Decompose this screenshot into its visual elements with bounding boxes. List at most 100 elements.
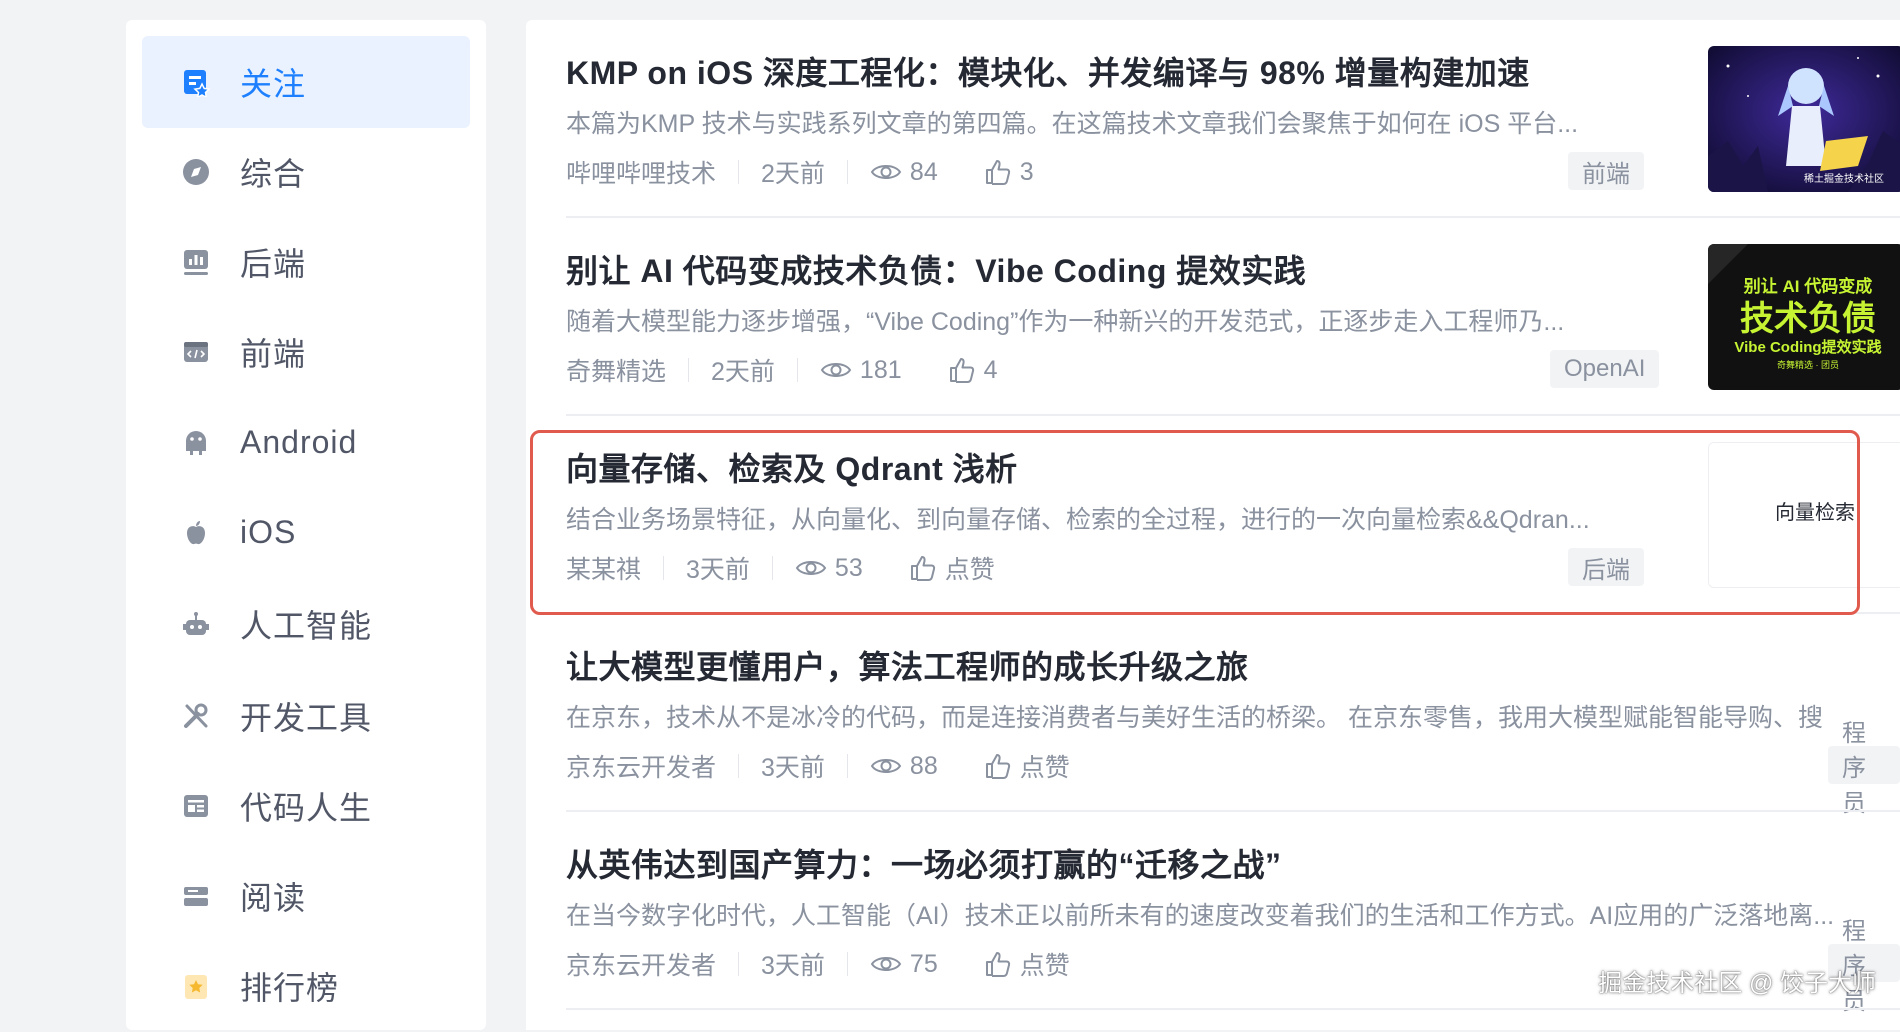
eye-icon [870,759,902,773]
article-title[interactable]: 别让 AI 代码变成技术负债：Vibe Coding 提效实践 [566,246,1306,292]
like-button[interactable]: 3 [984,158,1034,187]
sidebar-item-label: 开发工具 [240,700,373,736]
apple-icon [176,512,216,552]
view-count: 88 [870,752,938,781]
sidebar-item-ios[interactable]: iOS [142,486,470,578]
meta-divider [738,754,740,778]
sidebar-item-label: 关注 [240,66,307,102]
sidebar-item-code-life[interactable]: 代码人生 [142,760,470,852]
frontend-icon [176,332,216,372]
like-button[interactable]: 点赞 [984,946,1070,982]
thumbnail-caption: 向量检索 [1775,501,1855,524]
sidebar-item-ai[interactable]: 人工智能 [142,578,470,670]
thumbnail-caption: 奇舞精选 · 团员 [1777,359,1839,370]
article-title[interactable]: KMP on iOS 深度工程化：模块化、并发编译与 98% 增量构建加速 [566,48,1530,94]
thumbnail-caption: 技术负债 [1740,300,1876,338]
thumbs-up-icon [985,754,1010,779]
article-meta: 某某祺 3天前 53 点赞 [566,548,995,588]
ranking-icon [176,966,216,1006]
article-title[interactable]: 从英伟达到国产算力：一场必须打赢的“迁移之战” [566,840,1282,886]
sidebar-item-label: Android [240,423,358,460]
robot-icon [176,604,216,644]
article-tag[interactable]: OpenAI [1550,350,1660,388]
view-count: 75 [870,950,938,979]
article-time: 3天前 [761,952,825,980]
article-title[interactable]: 向量存储、检索及 Qdrant 浅析 [566,444,1018,490]
article-thumbnail[interactable]: 向量检索 [1708,442,1900,588]
like-button[interactable]: 4 [948,356,998,385]
sidebar-item-label: 前端 [240,336,307,372]
like-label: 点赞 [1019,754,1070,782]
article-item[interactable]: 让大模型更懂用户，算法工程师的成长升级之旅 在京东，技术从不是冰冷的代码，而是连… [526,614,1900,817]
meta-divider [846,952,848,976]
article-abstract: 本篇为KMP 技术与实践系列文章的第四篇。在这篇技术文章我们会聚焦于如何在 iO… [566,110,1579,138]
view-count-value: 88 [909,751,938,780]
article-item[interactable]: 别让 AI 代码变成技术负债：Vibe Coding 提效实践 随着大模型能力逐… [526,218,1900,416]
article-divider [566,1008,1900,1010]
like-label: 点赞 [944,556,995,584]
view-count-value: 84 [909,157,938,186]
sidebar-item-reading[interactable]: 阅读 [142,850,470,942]
sidebar-item-general[interactable]: 综合 [142,126,470,218]
thumbs-up-icon [985,160,1010,185]
tools-icon [176,696,216,736]
compass-icon [176,152,216,192]
article-tag[interactable]: 程序员 [1828,720,1900,817]
sidebar-item-android[interactable]: Android [142,396,470,488]
eye-icon [795,561,827,575]
sidebar-item-follow[interactable]: 关注 [142,36,470,128]
android-icon [176,422,216,462]
thumbnail-caption: 稀土掘金技术社区 [1804,172,1884,185]
article-author[interactable]: 京东云开发者 [566,946,716,982]
watermark: 掘金技术社区 @ 饺子大师 [1598,970,1876,997]
sidebar-item-frontend[interactable]: 前端 [142,306,470,398]
article-abstract: 在京东，技术从不是冰冷的代码，而是连接消费者与美好生活的桥梁。 在京东零售，我用… [566,704,1823,732]
sidebar-item-label: 排行榜 [240,970,340,1006]
sidebar-item-label: 代码人生 [240,790,373,826]
view-count-value: 75 [909,949,938,978]
meta-divider [846,160,848,184]
meta-divider [738,160,740,184]
meta-divider [771,556,773,580]
like-button[interactable]: 点赞 [984,748,1070,784]
article-thumbnail[interactable]: 别让 AI 代码变成 技术负债 Vibe Coding提效实践 奇舞精选 · 团… [1708,244,1900,390]
like-label: 点赞 [1019,952,1070,980]
article-time: 2天前 [711,358,775,386]
sidebar-item-dev-tools[interactable]: 开发工具 [142,670,470,762]
sidebar-item-label: 综合 [240,156,307,192]
article-title[interactable]: 让大模型更懂用户，算法工程师的成长升级之旅 [566,642,1249,688]
reading-icon [176,876,216,916]
meta-divider [738,952,740,976]
sidebar-item-ranking[interactable]: 排行榜 [142,940,470,1032]
article-item[interactable]: KMP on iOS 深度工程化：模块化、并发编译与 98% 增量构建加速 本篇… [526,20,1900,218]
eye-icon [870,165,902,179]
meta-divider [846,754,848,778]
thumbnail-caption: 别让 AI 代码变成 [1743,276,1872,296]
article-author[interactable]: 奇舞精选 [566,352,666,388]
thumbs-up-icon [985,952,1010,977]
sidebar-item-backend[interactable]: 后端 [142,216,470,308]
meta-divider [796,358,798,382]
sidebar-item-label: 阅读 [240,880,307,916]
article-meta: 京东云开发者 3天前 75 点赞 [566,944,1070,984]
article-meta: 京东云开发者 3天前 88 点赞 [566,746,1070,786]
follow-icon [176,62,216,102]
article-time: 2天前 [761,160,825,188]
like-count: 4 [983,355,998,384]
article-author[interactable]: 京东云开发者 [566,748,716,784]
article-tag[interactable]: 前端 [1568,152,1644,190]
meta-divider [688,358,690,382]
article-item[interactable]: 向量存储、检索及 Qdrant 浅析 结合业务场景特征，从向量化、到向量存储、检… [526,416,1900,614]
article-author[interactable]: 哔哩哔哩技术 [566,154,716,190]
meta-divider [663,556,665,580]
article-tag[interactable]: 后端 [1568,548,1644,586]
article-thumbnail[interactable]: 稀土掘金技术社区 [1708,46,1900,192]
like-count: 3 [1019,157,1034,186]
article-meta: 哔哩哔哩技术 2天前 84 3 [566,152,1034,192]
view-count-value: 181 [859,355,902,384]
like-button[interactable]: 点赞 [909,550,995,586]
article-author[interactable]: 某某祺 [566,550,641,586]
view-count: 53 [795,554,863,583]
eye-icon [870,957,902,971]
article-time: 3天前 [761,754,825,782]
